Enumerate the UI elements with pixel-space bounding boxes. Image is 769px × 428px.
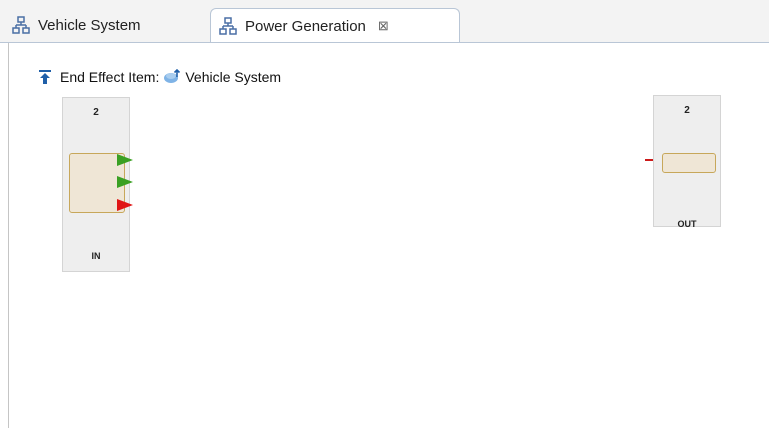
tab-vehicle-system[interactable]: Vehicle System [6, 8, 206, 42]
diagram-icon [219, 17, 237, 35]
end-effect-value[interactable]: Vehicle System [185, 69, 281, 85]
block-number: 2 [93, 107, 99, 118]
out-block-body[interactable] [662, 153, 716, 173]
editor-left-border [8, 43, 9, 428]
system-icon [164, 69, 181, 83]
end-effect-header: End Effect Item: Vehicle System [38, 69, 281, 85]
out-block[interactable]: 2 OUT [653, 95, 721, 229]
tab-label: Vehicle System [38, 16, 141, 34]
close-icon[interactable]: ⊠ [378, 18, 389, 34]
end-effect-label: End Effect Item: [60, 69, 160, 85]
output-port-green[interactable] [117, 154, 133, 166]
tab-label: Power Generation [245, 17, 366, 35]
tab-power-generation[interactable]: Power Generation ⊠ [210, 8, 460, 43]
block-number: 2 [684, 105, 690, 116]
in-block[interactable]: 2 IN [62, 97, 133, 272]
output-port-green[interactable] [117, 176, 133, 188]
block-label: IN [91, 251, 101, 261]
output-port-red[interactable] [117, 199, 133, 211]
diagram-icon [12, 16, 30, 34]
block-label: OUT [677, 219, 697, 229]
arrow-up-icon [39, 70, 51, 84]
